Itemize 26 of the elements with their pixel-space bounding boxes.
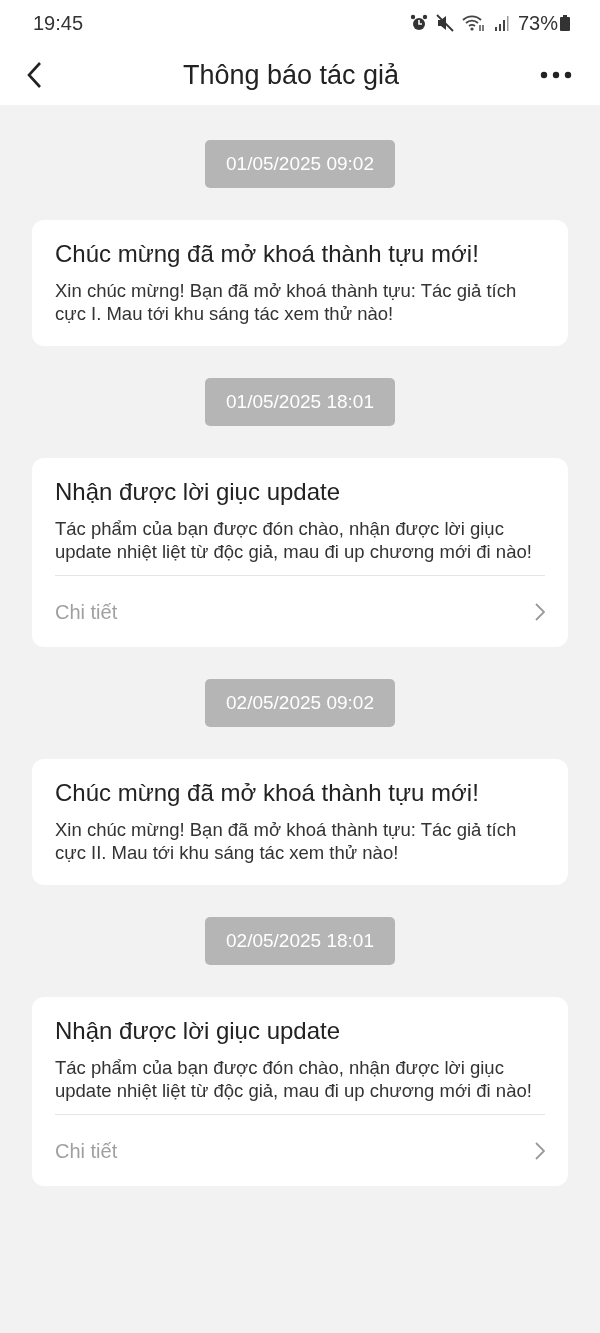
- details-link[interactable]: Chi tiết: [55, 575, 545, 647]
- timestamp-label: 02/05/2025 09:02: [205, 679, 395, 727]
- notification-title: Nhận được lời giục update: [55, 477, 342, 507]
- notification-text: Tác phẩm của bạn được đón chào, nhận được lời giục update nhiệt liệt từ độc giả, mau đi up chương mới đi nào!: [55, 1056, 533, 1102]
- notification-text: Tác phẩm của bạn được đón chào, nhận được lời giục update nhiệt liệt từ độc giả, mau đi up chương mới đi nào!: [55, 517, 533, 563]
- battery-percent: 73%: [517, 10, 558, 36]
- chevron-right-icon: [535, 1141, 545, 1160]
- notification-title: Chúc mừng đã mở khoá thành tựu mới!: [55, 239, 480, 269]
- timestamp-label: 01/05/2025 18:01: [205, 378, 395, 426]
- more-icon[interactable]: [540, 71, 572, 79]
- notification-title: Nhận được lời giục update: [55, 1016, 342, 1046]
- signal-icon: [493, 13, 510, 32]
- notification-title: Chúc mừng đã mở khoá thành tựu mới!: [55, 778, 480, 808]
- notification-text: Xin chúc mừng! Bạn đã mở khoá thành tựu: Tác giả tích cực II. Mau tới khu sáng tác xem thử nào!: [55, 818, 518, 864]
- timestamp-label: 02/05/2025 18:01: [205, 917, 395, 965]
- wifi-icon: [461, 13, 486, 32]
- notification-text: Xin chúc mừng! Bạn đã mở khoá thành tựu: Tác giả tích cực I. Mau tới khu sáng tác xem thử nào!: [55, 279, 518, 325]
- status-time: 19:45: [33, 10, 84, 36]
- timestamp-label: 01/05/2025 09:02: [205, 140, 395, 188]
- chevron-right-icon: [535, 602, 545, 621]
- page-title: Thông báo tác giả: [182, 58, 400, 92]
- details-link[interactable]: Chi tiết: [55, 1114, 545, 1186]
- mute-icon: [435, 13, 454, 32]
- back-icon[interactable]: [26, 61, 42, 89]
- battery-icon: [560, 13, 570, 32]
- alarm-icon: [409, 13, 428, 32]
